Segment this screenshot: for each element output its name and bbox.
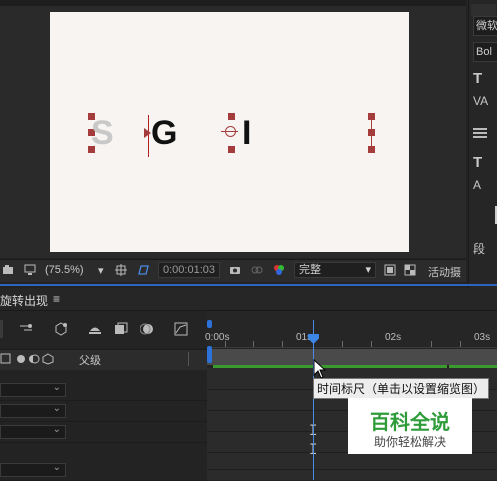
font-size-icon[interactable]: T bbox=[473, 70, 482, 87]
timeline-tab-bar bbox=[0, 288, 497, 311]
anchor-arrow-icon[interactable] bbox=[144, 128, 151, 138]
text-layer-g[interactable]: G bbox=[151, 116, 177, 150]
ruler-tick bbox=[342, 341, 343, 347]
watermark-subtitle: 助你轻松解决 bbox=[373, 435, 446, 449]
mouse-pointer-icon bbox=[313, 359, 327, 379]
comp-flowchart-icon[interactable] bbox=[19, 322, 33, 336]
viewer-footer: (75.5%) ▾ 0:00:01:03 完整 ▾ 活动摄 bbox=[0, 259, 466, 282]
ruler-tick-label: 02s bbox=[385, 332, 402, 343]
work-area-bar[interactable] bbox=[207, 349, 497, 365]
text-layer-i[interactable]: I bbox=[242, 116, 251, 150]
ruler-tick bbox=[431, 341, 432, 347]
kerning-icon[interactable]: VA bbox=[473, 94, 488, 108]
ruler-tooltip: 时间标尺（单击以设置缩览图） bbox=[313, 378, 490, 399]
watermark-title: 百科全说 bbox=[370, 412, 450, 434]
parent-dropdown[interactable]: ⌄ bbox=[0, 462, 66, 477]
text-layer-s[interactable]: S bbox=[91, 116, 114, 150]
watermark: 百科全说 助你轻松解决 bbox=[348, 398, 472, 454]
frame-blending-icon[interactable] bbox=[114, 322, 128, 336]
layer-row[interactable]: ⌄ bbox=[0, 380, 207, 401]
panel-menu-icon[interactable]: ≡ bbox=[53, 292, 60, 306]
font-style-field[interactable]: Bol bbox=[473, 42, 497, 62]
ruler-tick bbox=[225, 341, 226, 347]
ruler-tick-label: 03s bbox=[474, 332, 491, 343]
region-of-interest-icon[interactable] bbox=[384, 264, 396, 276]
transparency-grid-icon[interactable] bbox=[404, 264, 416, 276]
composition-canvas[interactable]: S G I bbox=[50, 12, 409, 252]
layer-row[interactable]: ⌄ bbox=[0, 401, 207, 422]
transform-handle[interactable] bbox=[228, 113, 235, 120]
show-snapshot-icon[interactable] bbox=[251, 264, 263, 276]
resolution-value: 完整 bbox=[299, 264, 321, 276]
color-channels-icon[interactable] bbox=[273, 264, 285, 276]
viewer-top-strip bbox=[0, 0, 466, 6]
mask-toggle-icon[interactable] bbox=[137, 264, 149, 276]
search-field-edge[interactable] bbox=[0, 320, 3, 338]
work-area-start-handle[interactable] bbox=[207, 346, 212, 363]
ruler-tick bbox=[282, 341, 283, 347]
layer-row[interactable]: ⌄ bbox=[0, 422, 207, 443]
anchor-crosshair-h bbox=[221, 131, 238, 132]
font-family-field[interactable]: 微软 bbox=[473, 16, 497, 36]
motion-blur-icon[interactable] bbox=[140, 322, 154, 336]
timeline-tab[interactable]: 旋转出现 bbox=[0, 292, 48, 309]
parent-dropdown[interactable]: ⌄ bbox=[0, 382, 66, 397]
paragraph-panel-tab[interactable]: 段 bbox=[473, 240, 485, 257]
bounding-line bbox=[371, 116, 372, 152]
active-camera-dropdown[interactable]: 活动摄 bbox=[428, 264, 461, 280]
column-divider[interactable] bbox=[188, 352, 189, 366]
character-panel: 微软 Bol T VA T A 段 bbox=[468, 0, 497, 290]
parent-column-label: 父级 bbox=[79, 355, 101, 367]
navigator-start-handle[interactable] bbox=[207, 320, 212, 328]
stroke-width-icon[interactable] bbox=[473, 128, 487, 138]
ruler-tick bbox=[371, 341, 372, 347]
current-time-field[interactable]: 0:00:01:03 bbox=[158, 262, 220, 278]
ruler-tick bbox=[460, 341, 461, 347]
chevron-down-icon: ⌄ bbox=[52, 424, 61, 435]
current-time-indicator[interactable] bbox=[313, 320, 314, 480]
grid-toggle-icon[interactable] bbox=[115, 264, 127, 276]
chevron-down-icon: ▾ bbox=[365, 264, 371, 276]
zoom-level[interactable]: (75.5%) bbox=[45, 264, 84, 276]
zoom-dropdown-icon[interactable]: ▾ bbox=[98, 264, 104, 277]
panel-separator bbox=[0, 284, 497, 286]
chevron-down-icon: ⌄ bbox=[52, 462, 61, 473]
panel-top-bar bbox=[471, 4, 496, 16]
layer-switch-icons[interactable] bbox=[0, 353, 60, 365]
monitor-icon[interactable] bbox=[24, 264, 36, 276]
parent-dropdown[interactable]: ⌄ bbox=[0, 424, 66, 439]
layer-row[interactable]: ⌄ bbox=[0, 460, 207, 481]
baseline-shift-icon[interactable]: A bbox=[473, 178, 481, 192]
transform-handle[interactable] bbox=[228, 146, 235, 153]
vertical-scale-icon[interactable]: T bbox=[473, 154, 482, 171]
graph-editor-icon[interactable] bbox=[174, 322, 188, 336]
shy-layers-icon[interactable] bbox=[88, 322, 102, 336]
track-divider bbox=[207, 469, 497, 470]
camera-snapshot-icon[interactable] bbox=[229, 264, 241, 276]
chevron-down-icon: ⌄ bbox=[52, 382, 61, 393]
parent-dropdown[interactable]: ⌄ bbox=[0, 403, 66, 418]
resolution-dropdown[interactable]: 完整 ▾ bbox=[294, 262, 376, 278]
time-ruler[interactable] bbox=[207, 329, 497, 348]
ruler-tick bbox=[253, 341, 254, 347]
snapshot-icon[interactable] bbox=[2, 264, 14, 276]
chevron-down-icon: ⌄ bbox=[52, 403, 61, 414]
draft-3d-icon[interactable] bbox=[54, 322, 68, 336]
